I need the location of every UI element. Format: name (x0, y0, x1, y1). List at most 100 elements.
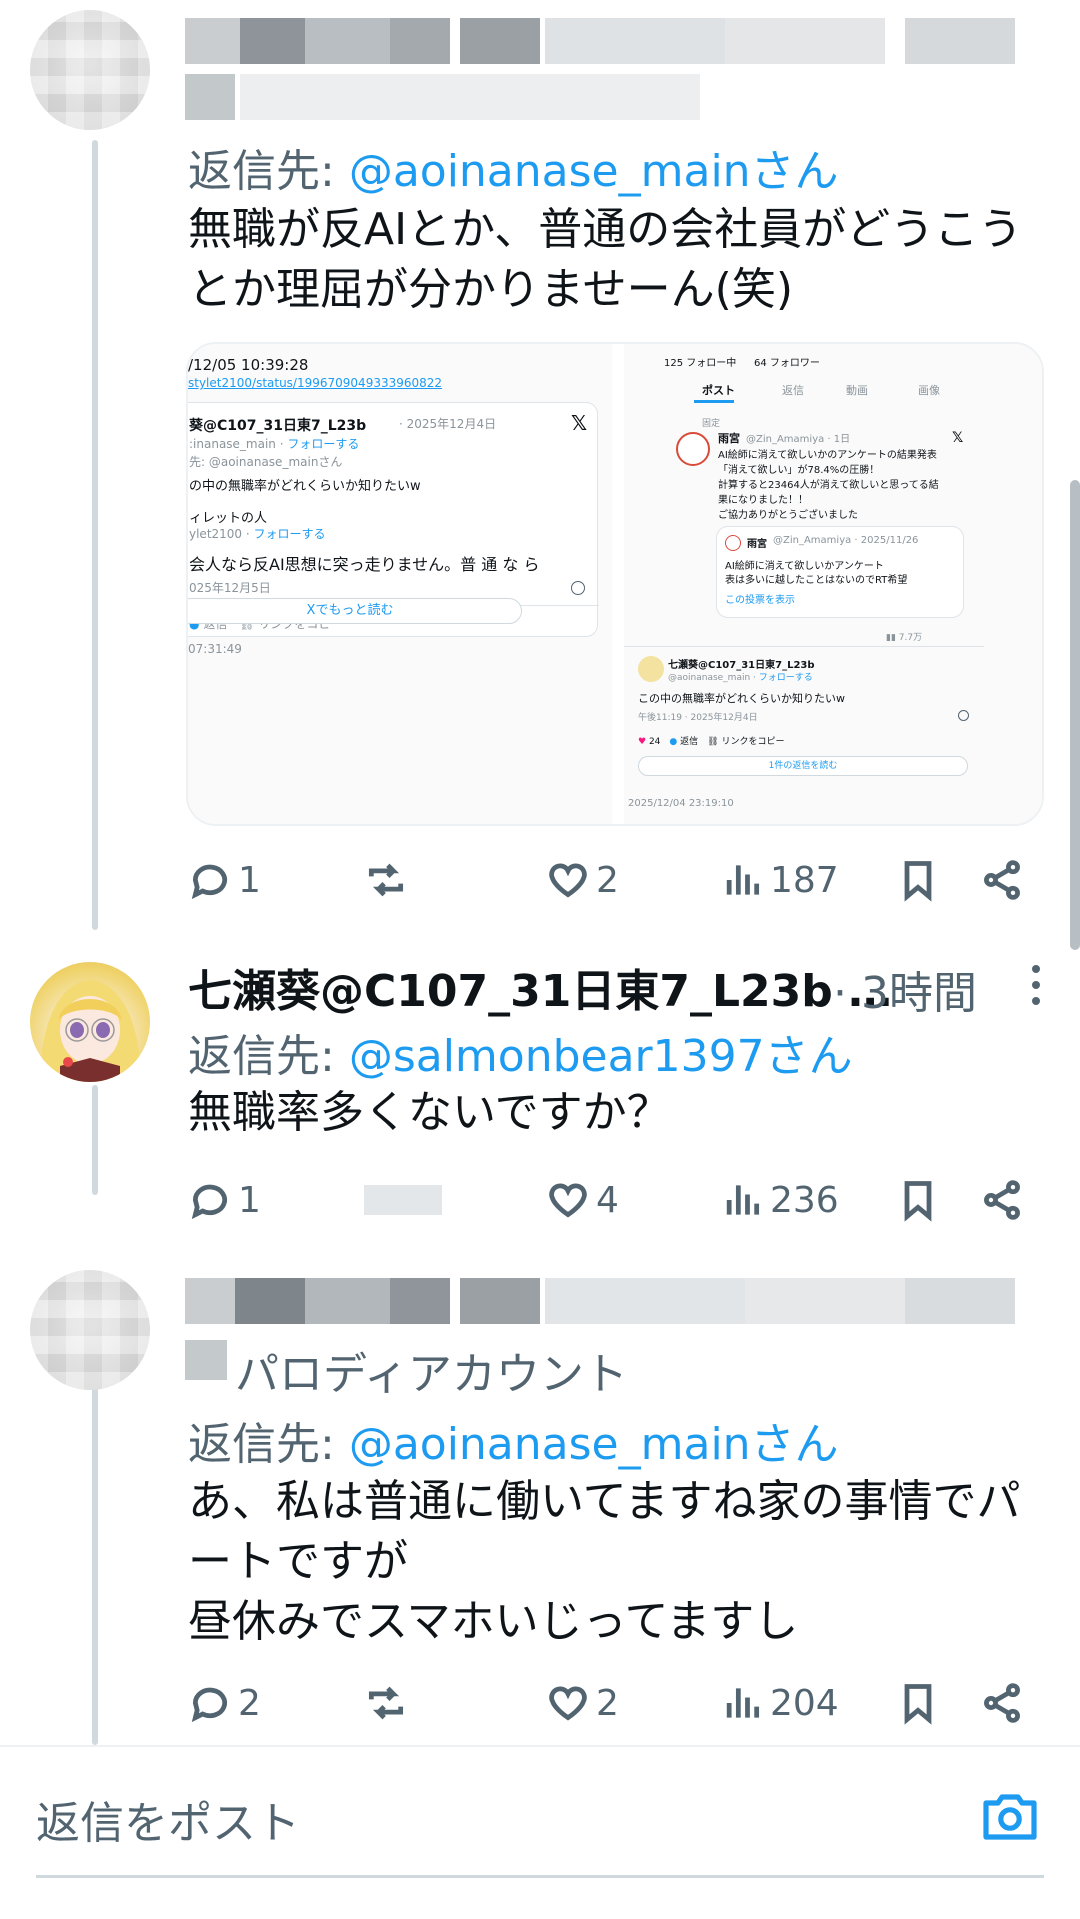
poster-handle: @Zin_Amamiya · 1日 (746, 434, 851, 445)
following-count: 125 フォロー中 (664, 358, 737, 369)
retweet-button[interactable] (364, 850, 408, 910)
author-row: 七瀬葵@C107_31日東7_L23b … · 3時間 (188, 955, 1048, 1019)
reply-to-label: 返信先: (188, 1419, 349, 1470)
post-text-line: 昼休みでスマホいじってますし (188, 1596, 799, 1647)
post-actions: 1 4 236 (188, 1170, 1048, 1230)
quote-handle: ylet2100 · (189, 527, 254, 541)
avatar[interactable] (30, 962, 150, 1082)
author-name[interactable]: 七瀬葵@C107_31日東7_L23b … (188, 955, 892, 1019)
views-icon (726, 865, 760, 895)
media-image-left[interactable]: /12/05 10:39:28 stylet2100/status/199670… (188, 344, 612, 824)
share-icon (984, 860, 1020, 900)
views-button[interactable]: 236 (720, 1170, 839, 1230)
share-button[interactable] (980, 1170, 1024, 1230)
media-image-right[interactable]: 125 フォロー中 64 フォロワー ポスト 返信 動画 画像 固定 雨宮 @Z… (624, 344, 1042, 824)
bookmark-button[interactable] (896, 1170, 940, 1230)
retweet-button[interactable] (364, 1170, 442, 1230)
bookmark-icon (904, 861, 932, 902)
bookmark-button[interactable] (896, 1673, 940, 1733)
tab-images: 画像 (918, 384, 940, 397)
retweet-icon (368, 1686, 404, 1720)
bookmark-button[interactable] (896, 850, 940, 910)
reply-count: 1 (238, 1179, 261, 1221)
reply-text: この中の無職率がどれくらいか知りたいw (638, 692, 845, 705)
reply-button[interactable]: 1 (188, 850, 261, 910)
bookmark-icon (904, 1181, 932, 1222)
post-actions: 1 2 187 (188, 850, 1048, 910)
avatar[interactable] (30, 1270, 150, 1390)
reply-label: 返信 (680, 737, 699, 747)
views-count: 204 (770, 1682, 839, 1724)
screenshot-timestamp: /12/05 10:39:28 (188, 356, 309, 374)
card-follow: フォローする (287, 437, 360, 451)
reply-name: 七瀬葵@C107_31日東7_L23b (668, 660, 815, 671)
poll-line: 果になりました！！ (718, 495, 808, 506)
media-gallery[interactable]: /12/05 10:39:28 stylet2100/status/199670… (186, 342, 1044, 826)
views-icon (726, 1185, 760, 1215)
views-button[interactable]: 187 (720, 850, 839, 910)
quote-name: ィレットの人 (189, 511, 268, 526)
quote-line: AI絵師に消えて欲しいかアンケート (725, 561, 884, 572)
reply-to-handle[interactable]: @salmonbear1397さん (349, 1031, 853, 1082)
retweet-button[interactable] (364, 1673, 408, 1733)
poll-line: AI絵師に消えて欲しいかのアンケートの結果発表 (718, 450, 937, 461)
reply-copy-link: リンクをコピー (721, 737, 785, 747)
like-button[interactable]: 4 (546, 1170, 619, 1230)
quote-line: 表は多いに越したことはないのでRT希望 (725, 575, 908, 586)
card-date: · 2025年12月4日 (399, 417, 497, 431)
reply-to: 返信先: @aoinanase_mainさん (188, 1408, 839, 1472)
heart-icon (549, 1183, 587, 1218)
reply-count: 1 (238, 859, 261, 901)
pinned-label: 固定 (702, 419, 721, 429)
x-logo-icon: 𝕏 (952, 430, 964, 446)
screenshot-link: stylet2100/status/1996709049333960822 (188, 376, 443, 390)
like-button[interactable]: 2 (546, 1673, 619, 1733)
read-more-pill: Xでもっと読む (188, 598, 522, 624)
like-button[interactable]: 2 (546, 850, 619, 910)
post-time[interactable]: · 3時間 (833, 957, 977, 1021)
screenshot-time-bottom: 2025/12/04 23:19:10 (628, 798, 734, 809)
reply-count: 2 (238, 1682, 261, 1724)
poster-name: 雨宮 (718, 432, 740, 445)
bookmark-icon (904, 1684, 932, 1725)
scrollbar[interactable] (1070, 480, 1080, 950)
reply-to-label: 返信先: (188, 146, 349, 197)
post-text: 無職率多くないですか？ (188, 1087, 671, 1138)
post-text: 無職が反AIとか、普通の会社員がどうこうとか理屈が分かりませーん(笑) (188, 204, 1023, 315)
camera-icon[interactable] (980, 1789, 1040, 1845)
x-logo-icon: 𝕏 (571, 411, 588, 435)
reply-to-label: 返信先: (188, 1031, 349, 1082)
like-count: 2 (596, 1682, 619, 1724)
quote-date: 025年12月5日 (189, 581, 271, 595)
info-icon (571, 581, 585, 595)
reply-input[interactable]: 返信をポスト (36, 1787, 300, 1851)
reply-button[interactable]: 1 (188, 1170, 261, 1230)
read-replies-pill: 1件の返信を読む (638, 756, 968, 776)
share-button[interactable] (980, 850, 1024, 910)
show-poll-link: この投票を表示 (725, 595, 795, 606)
card-handle: :inanase_main · (189, 437, 288, 451)
heart-icon (549, 1686, 587, 1721)
poll-line: 計算すると23464人が消えて欲しいと思ってる結 (718, 480, 939, 491)
reply-button[interactable]: 2 (188, 1673, 261, 1733)
composer-underline (36, 1875, 1044, 1878)
author-name-blurred (185, 18, 1045, 138)
heart-icon (549, 863, 587, 898)
views-count: 236 (770, 1179, 839, 1221)
avatar[interactable] (30, 10, 150, 130)
parody-label: パロディアカウント (235, 1349, 628, 1400)
share-icon (984, 1683, 1020, 1723)
reply-likes: 24 (648, 737, 661, 747)
quote-name: 雨宮 (747, 539, 767, 550)
views-count: 187 (770, 859, 839, 901)
reply-to-handle[interactable]: @aoinanase_mainさん (349, 146, 839, 197)
poll-line: ご協力ありがとうございました (718, 510, 858, 521)
views-count-small: 7.7万 (898, 633, 923, 643)
reply-follow: フォローする (758, 673, 813, 683)
retweet-icon (368, 863, 404, 897)
more-options-icon[interactable] (1032, 965, 1042, 1009)
reply-to-handle[interactable]: @aoinanase_mainさん (349, 1419, 839, 1470)
views-button[interactable]: 204 (720, 1673, 839, 1733)
share-button[interactable] (980, 1673, 1024, 1733)
quote-follow: フォローする (253, 527, 326, 541)
